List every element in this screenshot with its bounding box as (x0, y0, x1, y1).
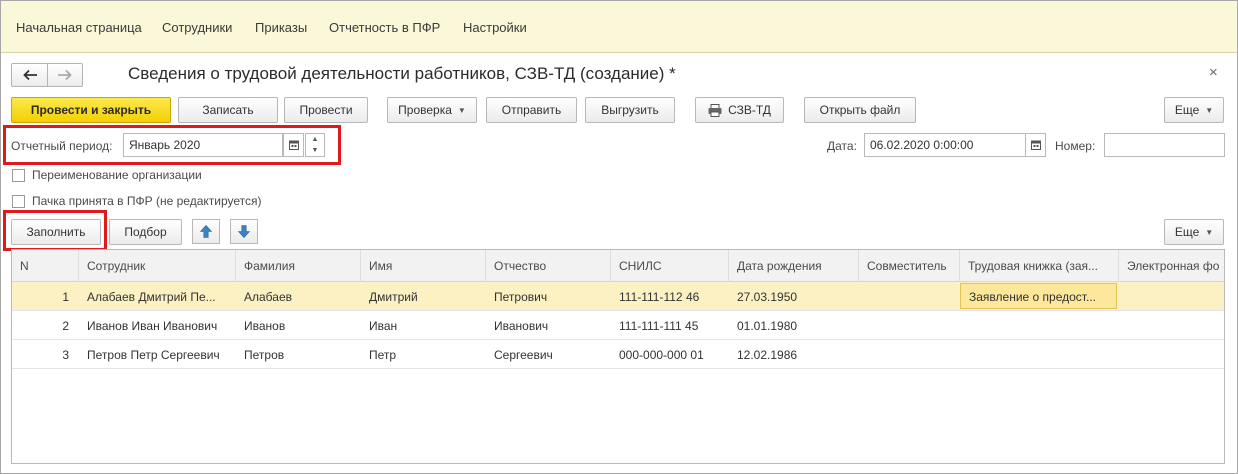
cell-birthdate[interactable]: 12.02.1986 (729, 340, 859, 369)
nav-employees[interactable]: Сотрудники (162, 20, 232, 35)
cell-birthdate[interactable]: 01.01.1980 (729, 311, 859, 340)
table-more-label: Еще (1174, 225, 1200, 239)
write-button[interactable]: Записать (178, 97, 278, 123)
cell-patronymic[interactable]: Иванович (486, 311, 611, 340)
col-part-timer[interactable]: Совместитель (859, 250, 960, 282)
open-file-button[interactable]: Открыть файл (804, 97, 916, 123)
cell-n: 2 (62, 319, 69, 333)
cell-patronymic[interactable]: Сергеевич (486, 340, 611, 369)
cell-name[interactable]: Иван (361, 311, 486, 340)
check-dropdown-button[interactable]: Проверка ▼ (387, 97, 477, 123)
pack-accepted-label: Пачка принята в ПФР (не редактируется) (32, 194, 262, 208)
cell-electronic[interactable] (1119, 340, 1224, 369)
close-icon[interactable]: × (1209, 64, 1218, 81)
more-label: Еще (1174, 103, 1200, 117)
pick-button[interactable]: Подбор (109, 219, 182, 245)
col-work-book[interactable]: Трудовая книжка (зая... (960, 250, 1119, 282)
post-and-close-button[interactable]: Провести и закрыть (11, 97, 171, 123)
pack-accepted-checkbox[interactable] (12, 195, 25, 208)
cell-name[interactable]: Дмитрий (361, 282, 486, 311)
caret-down-icon: ▼ (1205, 105, 1214, 115)
highlight-period (3, 125, 341, 165)
table-header: N Сотрудник Фамилия Имя Отчество СНИЛС Д… (12, 250, 1224, 282)
nav-settings[interactable]: Настройки (463, 20, 527, 35)
cell-electronic[interactable] (1119, 282, 1224, 311)
table-row[interactable]: 3 Петров Петр Сергеевич Петров Петр Серг… (12, 340, 1224, 369)
move-down-button[interactable] (230, 219, 258, 244)
send-button[interactable]: Отправить (486, 97, 577, 123)
date-label: Дата: (827, 139, 857, 153)
table-row[interactable]: 1 Алабаев Дмитрий Пе... Алабаев Дмитрий … (12, 282, 1224, 311)
highlight-fill (3, 210, 107, 251)
cell-snils[interactable]: 111-111-111 45 (611, 311, 729, 340)
cell-part-timer[interactable] (859, 282, 960, 311)
nav-pfr-reporting[interactable]: Отчетность в ПФР (329, 20, 440, 35)
cell-surname[interactable]: Иванов (236, 311, 361, 340)
cell-work-book[interactable]: Заявление о предост... (960, 283, 1117, 309)
arrow-right-icon (58, 69, 72, 81)
caret-down-icon: ▼ (1205, 227, 1214, 237)
number-input[interactable] (1104, 133, 1225, 157)
cell-snils[interactable]: 111-111-112 46 (611, 282, 729, 311)
date-input[interactable]: 06.02.2020 0:00:00 (864, 133, 1026, 157)
number-label: Номер: (1055, 139, 1096, 153)
cell-name[interactable]: Петр (361, 340, 486, 369)
rename-org-label: Переименование организации (32, 168, 202, 182)
cell-patronymic[interactable]: Петрович (486, 282, 611, 311)
print-szv-label: СЗВ-ТД (728, 103, 771, 117)
col-electronic[interactable]: Электронная фо (1119, 250, 1224, 282)
cell-part-timer[interactable] (859, 340, 960, 369)
back-button[interactable] (11, 63, 48, 87)
col-surname[interactable]: Фамилия (236, 250, 361, 282)
col-snils[interactable]: СНИЛС (611, 250, 729, 282)
cell-snils[interactable]: 000-000-000 01 (611, 340, 729, 369)
cell-employee[interactable]: Петров Петр Сергеевич (79, 340, 236, 369)
date-calendar-button[interactable] (1025, 133, 1046, 157)
col-employee[interactable]: Сотрудник (79, 250, 236, 282)
caret-down-icon: ▼ (457, 105, 466, 115)
cell-work-book[interactable] (960, 340, 1119, 369)
cell-n: 1 (62, 290, 69, 304)
cell-n: 3 (62, 348, 69, 362)
col-patronymic[interactable]: Отчество (486, 250, 611, 282)
move-up-button[interactable] (192, 219, 220, 244)
check-label: Проверка (398, 103, 452, 117)
col-birthdate[interactable]: Дата рождения (729, 250, 859, 282)
page-title: Сведения о трудовой деятельности работни… (128, 64, 676, 83)
more-button[interactable]: Еще ▼ (1164, 97, 1224, 123)
upload-button[interactable]: Выгрузить (585, 97, 675, 123)
arrow-left-icon (22, 69, 37, 81)
cell-employee[interactable]: Алабаев Дмитрий Пе... (79, 282, 236, 311)
print-szv-button[interactable]: СЗВ-ТД (695, 97, 784, 123)
nav-home[interactable]: Начальная страница (16, 20, 142, 35)
table-row[interactable]: 2 Иванов Иван Иванович Иванов Иван Ивано… (12, 311, 1224, 340)
table-more-button[interactable]: Еще ▼ (1164, 219, 1224, 245)
arrow-up-icon (200, 225, 212, 238)
cell-employee[interactable]: Иванов Иван Иванович (79, 311, 236, 340)
arrow-down-icon (238, 225, 250, 238)
top-navigation: Начальная страница Сотрудники Приказы От… (1, 1, 1237, 53)
col-n[interactable]: N (12, 250, 79, 282)
printer-icon (708, 103, 722, 117)
cell-surname[interactable]: Алабаев (236, 282, 361, 311)
post-button[interactable]: Провести (284, 97, 368, 123)
calendar-icon (1030, 140, 1041, 150)
employees-table: N Сотрудник Фамилия Имя Отчество СНИЛС Д… (11, 249, 1225, 464)
forward-button[interactable] (47, 63, 83, 87)
cell-electronic[interactable] (1119, 311, 1224, 340)
rename-org-checkbox[interactable] (12, 169, 25, 182)
cell-birthdate[interactable]: 27.03.1950 (729, 282, 859, 311)
cell-surname[interactable]: Петров (236, 340, 361, 369)
cell-work-book[interactable] (960, 311, 1119, 340)
cell-part-timer[interactable] (859, 311, 960, 340)
nav-orders[interactable]: Приказы (255, 20, 307, 35)
col-name[interactable]: Имя (361, 250, 486, 282)
